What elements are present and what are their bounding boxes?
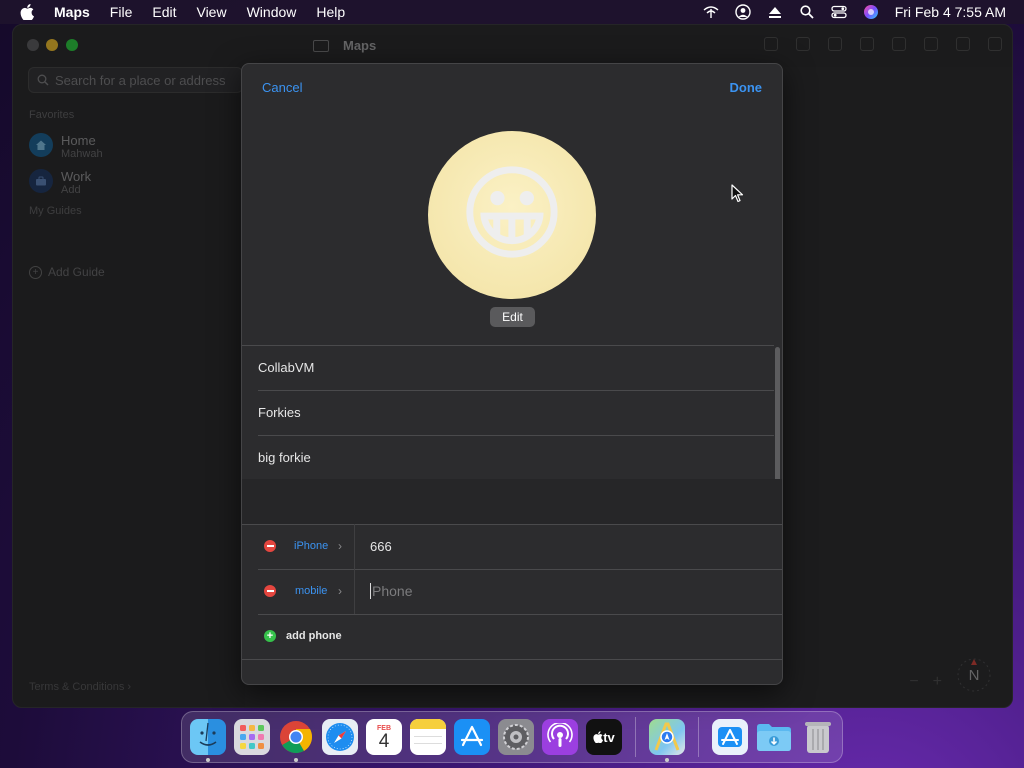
contact-avatar[interactable]: 😀	[428, 131, 596, 299]
contact-edit-sheet: Cancel Done 😀 Edit CollabVM Forkies big …	[241, 63, 783, 685]
divider	[242, 659, 782, 660]
menu-help[interactable]: Help	[316, 4, 345, 20]
phone-row-iphone: iPhone › 666	[242, 524, 782, 569]
menu-edit[interactable]: Edit	[152, 4, 176, 20]
mouse-cursor-icon	[731, 184, 744, 203]
launchpad-icon[interactable]	[234, 719, 270, 755]
safari-icon[interactable]	[322, 719, 358, 755]
company-field[interactable]: big forkie	[242, 435, 774, 480]
remove-phone-icon[interactable]	[264, 540, 276, 552]
calendar-day: 4	[378, 730, 390, 752]
sheet-scrollbar[interactable]	[775, 347, 780, 489]
user-account-icon[interactable]	[735, 4, 751, 20]
running-indicator	[665, 758, 669, 762]
chrome-icon[interactable]	[278, 719, 314, 762]
network-icon[interactable]	[703, 4, 719, 20]
eject-icon[interactable]	[767, 4, 783, 20]
phone-value-iphone[interactable]: 666	[370, 539, 392, 554]
grinning-face-icon: 😀	[457, 157, 567, 273]
add-phone-label: add phone	[286, 630, 342, 642]
company-value: big forkie	[258, 450, 311, 465]
system-preferences-icon[interactable]	[498, 719, 534, 755]
cancel-button[interactable]: Cancel	[262, 80, 302, 95]
podcasts-icon[interactable]	[542, 719, 578, 755]
app-store-icon[interactable]	[454, 719, 490, 755]
section-gap	[242, 479, 782, 524]
apple-menu-icon[interactable]	[18, 3, 36, 21]
menu-bar: Maps File Edit View Window Help Fri Feb …	[0, 0, 1024, 24]
add-phone-row[interactable]: + add phone	[242, 614, 782, 659]
apple-tv-icon[interactable]: tv	[586, 719, 622, 755]
edit-avatar-button[interactable]: Edit	[490, 307, 535, 327]
remove-phone-icon[interactable]	[264, 585, 276, 597]
menu-file[interactable]: File	[110, 4, 133, 20]
control-center-icon[interactable]	[831, 4, 847, 20]
menu-app-name[interactable]: Maps	[54, 4, 90, 20]
spotlight-search-icon[interactable]	[799, 4, 815, 20]
apple-logo-icon	[593, 731, 604, 743]
trash-icon[interactable]	[800, 719, 836, 755]
divider	[354, 569, 355, 614]
dock-separator	[698, 717, 699, 757]
done-button[interactable]: Done	[730, 80, 763, 95]
app-store-downloads-icon[interactable]	[712, 719, 748, 755]
dock: FEB 4 tv	[181, 711, 843, 763]
last-name-value: Forkies	[258, 405, 301, 420]
phone-label-mobile[interactable]: mobile	[295, 585, 327, 597]
running-indicator	[294, 758, 298, 762]
first-name-value: CollabVM	[258, 360, 315, 375]
running-indicator	[206, 758, 210, 762]
phone-label-iphone[interactable]: iPhone	[294, 540, 328, 552]
first-name-field[interactable]: CollabVM	[242, 345, 774, 390]
divider	[354, 524, 355, 569]
chevron-right-icon[interactable]: ›	[338, 539, 342, 553]
chevron-right-icon[interactable]: ›	[338, 584, 342, 598]
finder-icon[interactable]	[190, 719, 226, 762]
calendar-icon[interactable]: FEB 4	[366, 719, 402, 755]
last-name-field[interactable]: Forkies	[242, 390, 774, 435]
siri-icon[interactable]	[863, 4, 879, 20]
dock-separator	[635, 717, 636, 757]
downloads-folder-icon[interactable]	[756, 719, 792, 755]
phone-input-mobile[interactable]: Phone	[370, 583, 412, 599]
maps-icon[interactable]	[649, 719, 685, 762]
menu-view[interactable]: View	[196, 4, 226, 20]
add-phone-icon[interactable]: +	[264, 630, 276, 642]
notes-icon[interactable]	[410, 719, 446, 755]
menu-clock[interactable]: Fri Feb 4 7:55 AM	[895, 4, 1006, 20]
menu-window[interactable]: Window	[247, 4, 297, 20]
phone-row-mobile: mobile › Phone	[242, 569, 782, 614]
tv-label: tv	[603, 729, 615, 745]
